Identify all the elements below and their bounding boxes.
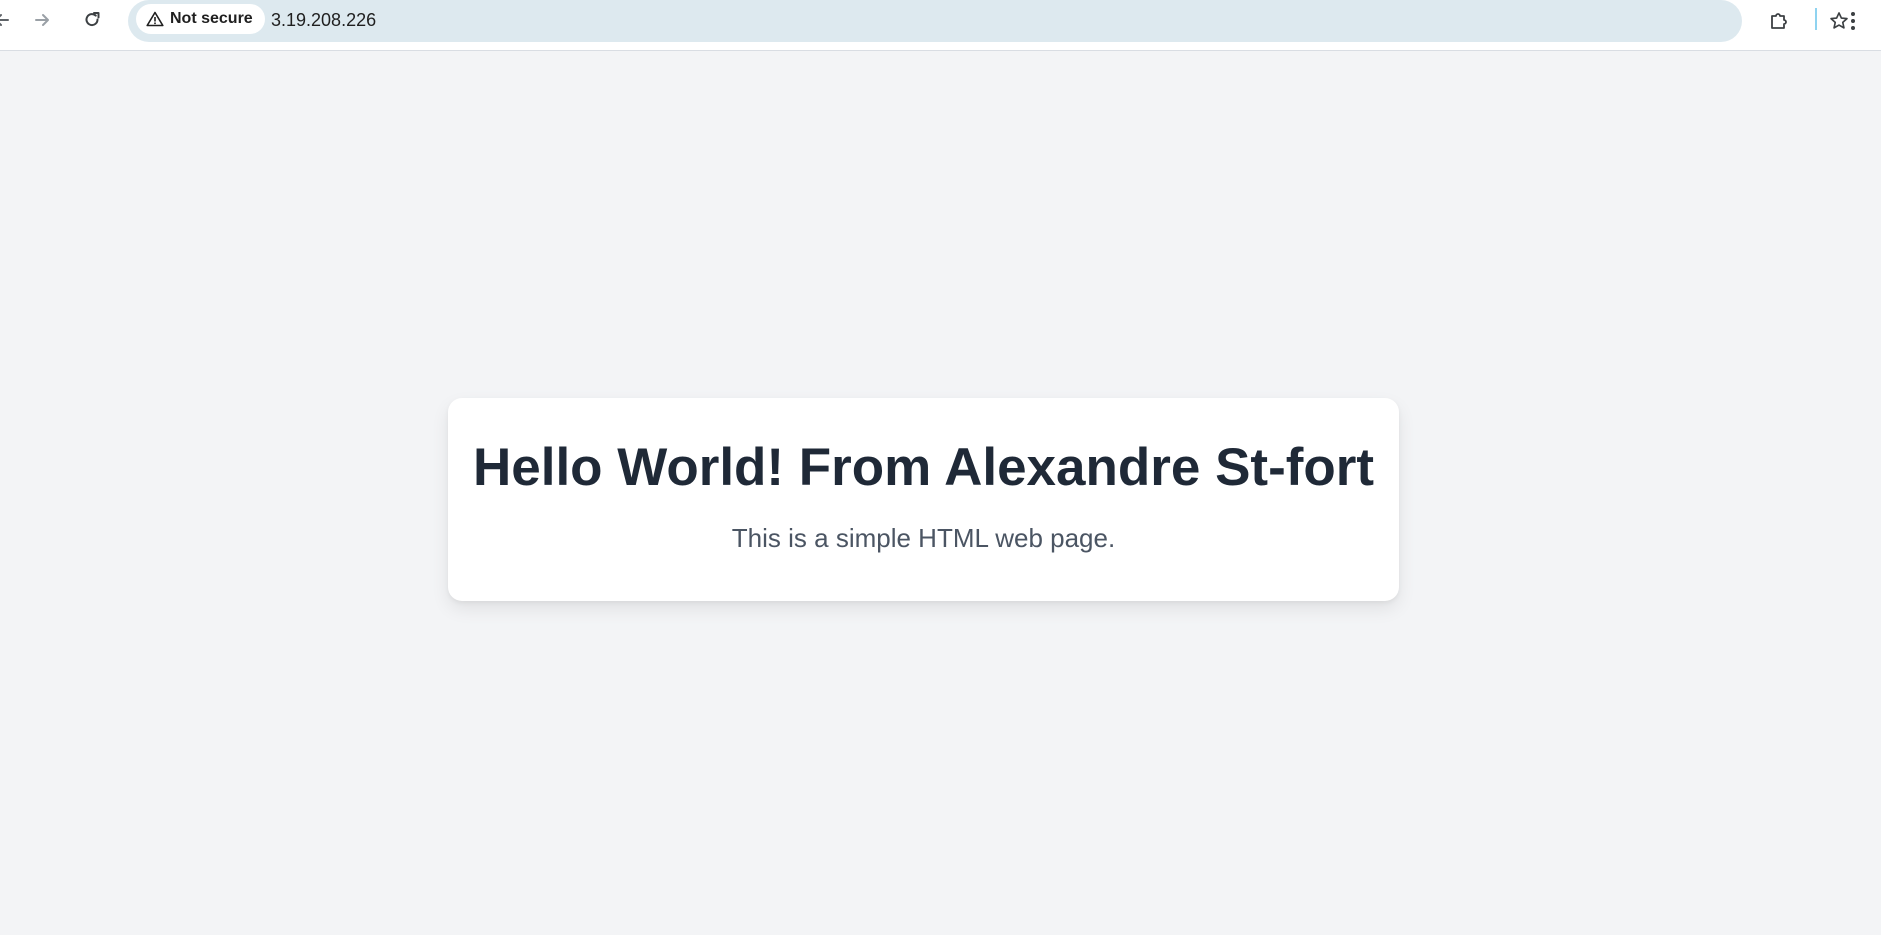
kebab-menu-icon (1851, 12, 1855, 30)
address-bar[interactable]: Not secure 3.19.208.226 (128, 0, 1848, 42)
reload-button[interactable] (76, 4, 108, 36)
puzzle-icon (1771, 13, 1787, 29)
arrow-left-icon (0, 14, 9, 26)
browser-toolbar: Not secure 3.19.208.226 (0, 0, 1881, 51)
arrow-right-icon (35, 14, 49, 26)
extensions-button[interactable] (1762, 4, 1796, 38)
url-text[interactable]: 3.19.208.226 (271, 10, 376, 31)
page-heading: Hello World! From Alexandre St-fort (472, 438, 1375, 497)
security-label: Not secure (170, 10, 253, 27)
greeting-card: Hello World! From Alexandre St-fort This… (448, 398, 1399, 601)
page-subtitle: This is a simple HTML web page. (731, 523, 1116, 553)
reload-icon (85, 12, 100, 27)
security-indicator[interactable]: Not secure (136, 4, 265, 34)
forward-button[interactable] (26, 4, 58, 36)
warning-triangle-icon (146, 11, 164, 27)
back-button[interactable] (0, 4, 18, 36)
browser-menu-button[interactable] (1836, 4, 1870, 38)
toolbar-divider (1815, 8, 1817, 30)
